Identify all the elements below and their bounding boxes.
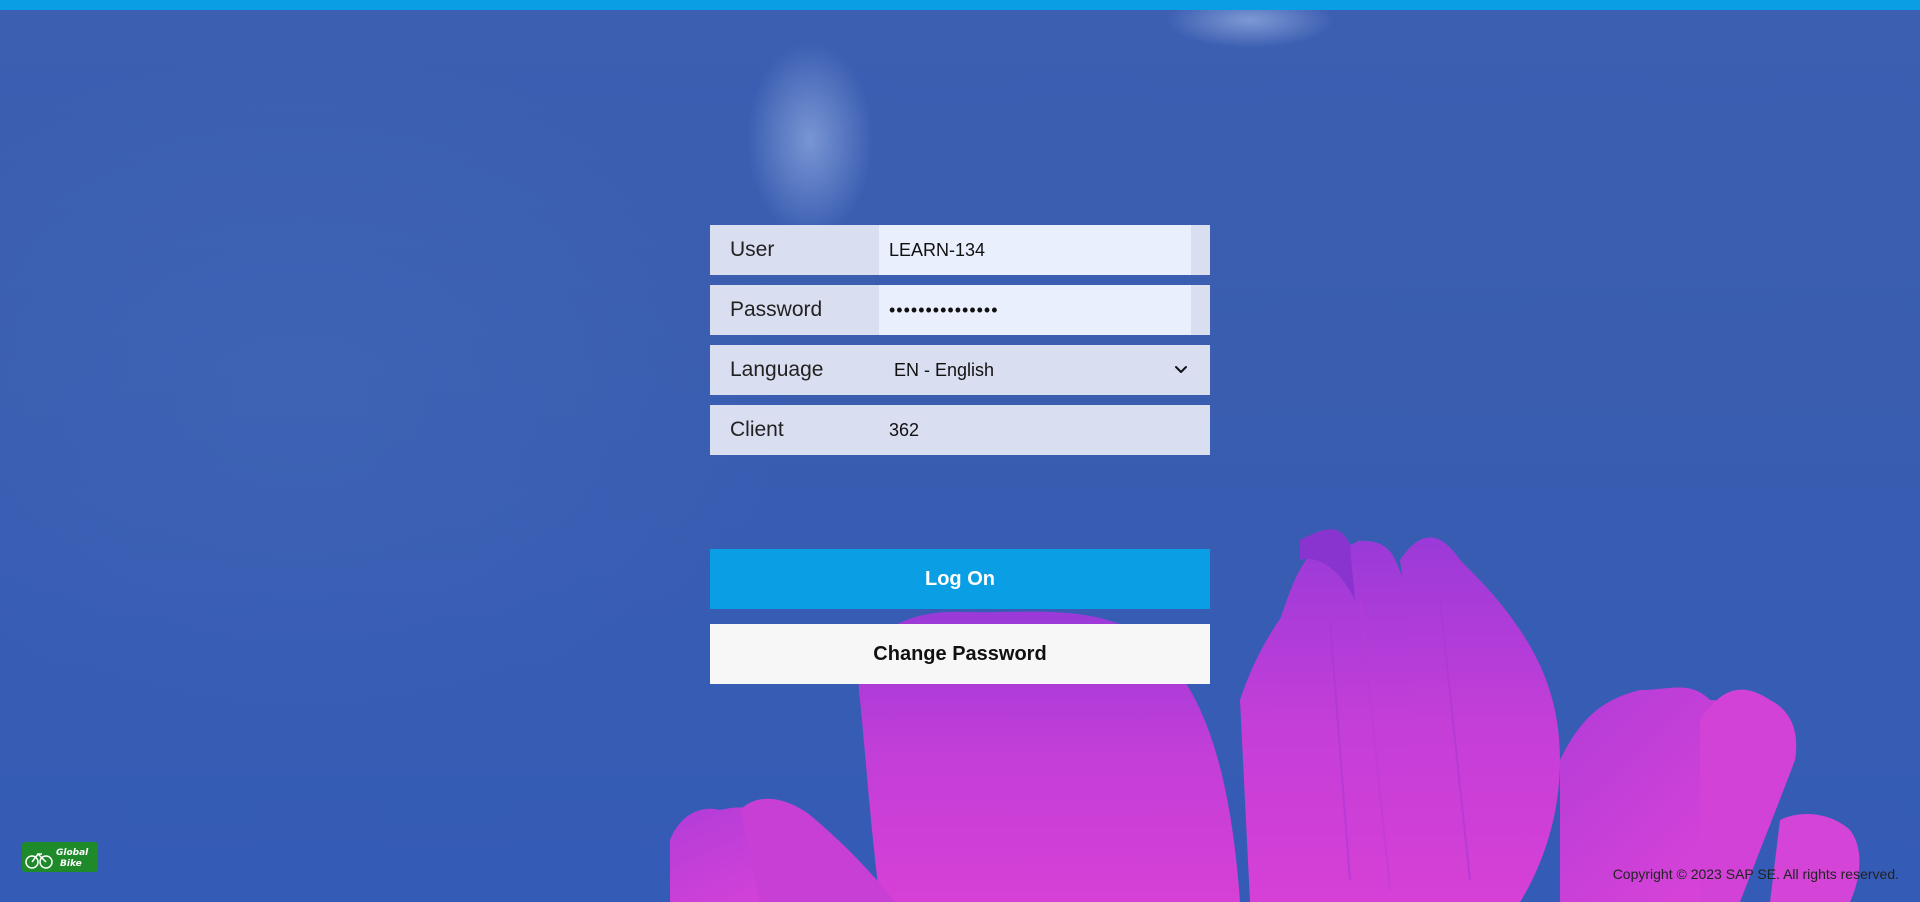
user-label: User (730, 238, 775, 261)
password-label: Password (730, 298, 823, 321)
language-label: Language (730, 358, 824, 381)
login-form: User LEARN-134 Password ••••••••••••••• … (710, 225, 1210, 465)
chevron-down-icon[interactable] (1174, 362, 1188, 376)
svg-text:Global: Global (56, 848, 89, 858)
log-on-button[interactable]: Log On (710, 549, 1210, 609)
password-row: Password ••••••••••••••• (710, 285, 1210, 335)
language-row[interactable]: Language EN - English (710, 345, 1210, 395)
language-select[interactable]: EN - English (894, 345, 994, 395)
user-input[interactable]: LEARN-134 (879, 225, 1191, 275)
client-row: Client 362 (710, 405, 1210, 455)
password-input[interactable]: ••••••••••••••• (879, 285, 1191, 335)
change-password-button[interactable]: Change Password (710, 624, 1210, 684)
global-bike-logo: Global Bike (22, 842, 98, 872)
client-label: Client (730, 418, 784, 441)
svg-text:Bike: Bike (60, 859, 82, 869)
top-accent-bar (0, 0, 1920, 10)
copyright-text: Copyright © 2023 SAP SE. All rights rese… (1612, 866, 1899, 882)
user-row: User LEARN-134 (710, 225, 1210, 275)
client-input[interactable]: 362 (879, 405, 1191, 455)
